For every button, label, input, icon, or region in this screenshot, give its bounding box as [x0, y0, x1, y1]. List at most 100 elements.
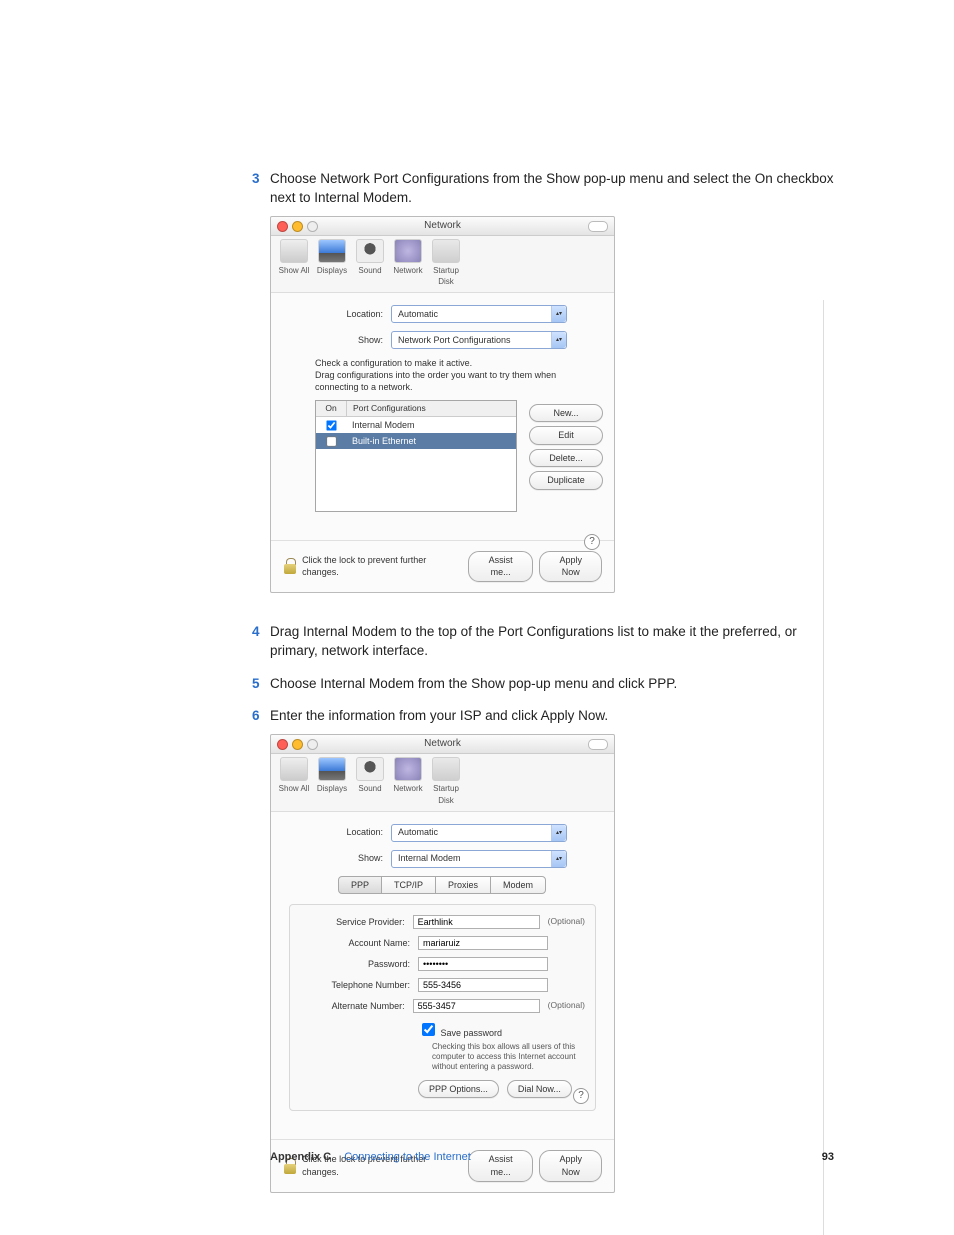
display-icon [318, 239, 346, 263]
step-text: Choose Internal Modem from the Show pop-… [270, 676, 677, 691]
step-6: 6 Enter the information from your ISP an… [270, 707, 834, 1222]
telephone-input[interactable] [418, 978, 548, 992]
edit-button[interactable]: Edit [529, 426, 603, 445]
duplicate-button[interactable]: Duplicate [529, 471, 603, 490]
chevron-updown-icon: ▴▾ [551, 332, 566, 348]
tb-label: Sound [358, 266, 381, 275]
page-footer: Appendix C Connecting to the Internet 93 [270, 1150, 834, 1165]
new-button[interactable]: New... [529, 404, 603, 423]
tab-tcpip[interactable]: TCP/IP [381, 876, 436, 895]
grid-icon [280, 757, 308, 781]
tb-label: Show All [279, 266, 310, 275]
tb-sound[interactable]: Sound [352, 757, 388, 805]
location-dropdown[interactable]: Automatic ▴▾ [391, 824, 567, 842]
tb-sound[interactable]: Sound [352, 239, 388, 287]
password-input[interactable] [418, 957, 548, 971]
window-titlebar: Network [271, 217, 614, 236]
tb-show-all[interactable]: Show All [276, 757, 312, 805]
window-hide-button[interactable] [588, 739, 608, 750]
help-button[interactable]: ? [584, 534, 600, 550]
step-text: Enter the information from your ISP and … [270, 708, 608, 723]
instruction-text: Check a configuration to make it active.… [315, 357, 602, 393]
lock-icon[interactable] [283, 558, 296, 574]
disk-icon [432, 239, 460, 263]
optional-label: (Optional) [548, 916, 585, 928]
show-dropdown[interactable]: Internal Modem ▴▾ [391, 850, 567, 868]
disk-icon [432, 757, 460, 781]
ppp-options-button[interactable]: PPP Options... [418, 1080, 499, 1099]
tb-label: Displays [317, 266, 347, 275]
speaker-icon [356, 757, 384, 781]
delete-button[interactable]: Delete... [529, 449, 603, 468]
tb-label: Network [393, 266, 422, 275]
tb-displays[interactable]: Displays [314, 757, 350, 805]
list-item[interactable]: Internal Modem [316, 417, 516, 433]
grid-icon [280, 239, 308, 263]
apply-now-button[interactable]: Apply Now [539, 551, 602, 582]
tb-displays[interactable]: Displays [314, 239, 350, 287]
optional-label: (Optional) [548, 1000, 585, 1012]
dropdown-value: Internal Modem [398, 852, 461, 865]
window-traffic-lights[interactable] [277, 739, 318, 750]
window-traffic-lights[interactable] [277, 221, 318, 232]
chevron-updown-icon: ▴▾ [551, 851, 566, 867]
save-password-row[interactable]: Save password [418, 1028, 502, 1038]
account-name-label: Account Name: [300, 937, 418, 950]
step-number: 3 [252, 170, 260, 189]
help-button[interactable]: ? [573, 1088, 589, 1104]
col-on: On [316, 401, 347, 417]
password-label: Password: [300, 958, 418, 971]
save-password-checkbox[interactable] [422, 1023, 435, 1036]
step-4: 4 Drag Internal Modem to the top of the … [270, 623, 834, 675]
display-icon [318, 757, 346, 781]
dropdown-value: Automatic [398, 308, 438, 321]
window-hide-button[interactable] [588, 221, 608, 232]
show-dropdown[interactable]: Network Port Configurations ▴▾ [391, 331, 567, 349]
port-config-list[interactable]: On Port Configurations Internal Modem Bu… [315, 400, 517, 512]
window-titlebar: Network [271, 735, 614, 754]
dial-now-button[interactable]: Dial Now... [507, 1080, 572, 1099]
tab-ppp[interactable]: PPP [338, 876, 382, 895]
chevron-updown-icon: ▴▾ [551, 825, 566, 841]
step-number: 4 [252, 623, 260, 642]
speaker-icon [356, 239, 384, 263]
location-label: Location: [283, 826, 391, 839]
list-item-selected[interactable]: Built-in Ethernet [316, 433, 516, 449]
on-checkbox[interactable] [326, 436, 336, 446]
assist-button[interactable]: Assist me... [468, 551, 534, 582]
location-dropdown[interactable]: Automatic ▴▾ [391, 305, 567, 323]
tb-label: Sound [358, 784, 381, 793]
lock-text: Click the lock to prevent further change… [302, 554, 456, 579]
col-port-configs: Port Configurations [347, 401, 516, 417]
save-password-hint: Checking this box allows all users of th… [432, 1042, 585, 1072]
tb-network[interactable]: Network [390, 239, 426, 287]
window-title: Network [424, 738, 461, 749]
step-3: 3 Choose Network Port Configurations fro… [270, 170, 834, 623]
tabs: PPP TCP/IP Proxies Modem [283, 876, 602, 895]
tb-label: Show All [279, 784, 310, 793]
chevron-updown-icon: ▴▾ [551, 306, 566, 322]
tb-startup-disk[interactable]: Startup Disk [428, 757, 464, 805]
tb-network[interactable]: Network [390, 757, 426, 805]
service-provider-label: Service Provider: [300, 916, 413, 929]
tab-proxies[interactable]: Proxies [435, 876, 491, 895]
screenshot-ppp-settings: Network Show All Displays Sound Network … [270, 734, 615, 1192]
tb-show-all[interactable]: Show All [276, 239, 312, 287]
appendix-title: Connecting to the Internet [344, 1151, 471, 1163]
port-name: Built-in Ethernet [346, 435, 516, 448]
screenshot-network-ports: Network Show All Displays Sound Network … [270, 216, 615, 593]
account-name-input[interactable] [418, 936, 548, 950]
tab-modem[interactable]: Modem [490, 876, 546, 895]
alternate-input[interactable] [413, 999, 540, 1013]
location-label: Location: [283, 308, 391, 321]
step-text: Drag Internal Modem to the top of the Po… [270, 624, 797, 658]
tb-label: Startup Disk [433, 784, 459, 804]
tb-label: Displays [317, 784, 347, 793]
dropdown-value: Automatic [398, 826, 438, 839]
alternate-label: Alternate Number: [300, 1000, 413, 1013]
service-provider-input[interactable] [413, 915, 540, 929]
on-checkbox[interactable] [326, 420, 336, 430]
prefs-toolbar: Show All Displays Sound Network Startup … [271, 236, 614, 293]
tb-startup-disk[interactable]: Startup Disk [428, 239, 464, 287]
globe-icon [394, 239, 422, 263]
